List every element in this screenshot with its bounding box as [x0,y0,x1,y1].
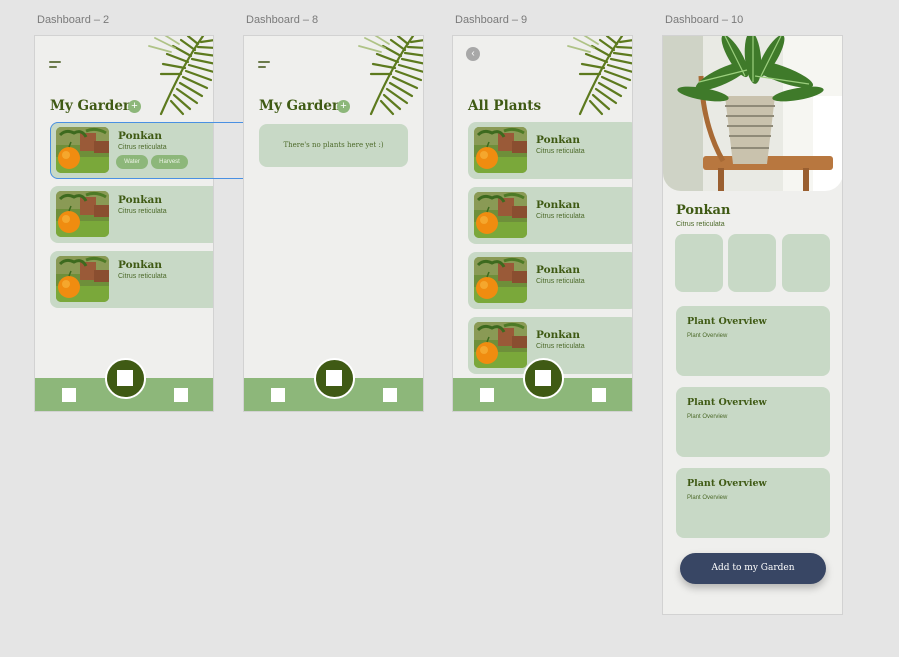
nav-left-icon[interactable] [271,388,285,402]
palm-leaf [357,36,423,116]
plant-scientific-name: Citrus reticulata [536,148,585,155]
plant-thumbnail [56,191,109,237]
info-tile[interactable] [728,234,776,292]
back-icon[interactable]: ‹ [466,47,480,61]
home-icon [117,370,133,386]
plant-card[interactable]: Ponkan Citrus reticulata [50,186,213,243]
home-icon [535,370,551,386]
plant-scientific-name: Citrus reticulata [118,208,167,215]
overview-subtitle: Plant Overview [687,495,728,501]
home-button[interactable] [314,358,355,399]
nav-left-icon[interactable] [62,388,76,402]
artboard-label: Dashboard – 2 [37,14,110,26]
plant-overview-card[interactable]: Plant Overview Plant Overview [676,387,830,457]
plant-card[interactable]: Ponkan Citrus reticulata [468,122,632,179]
plant-overview-card[interactable]: Plant Overview Plant Overview [676,468,830,538]
home-button[interactable] [523,358,564,399]
artboard-dashboard-10: Ponkan Citrus reticulata Plant Overview … [663,36,842,614]
plant-photo [663,36,842,191]
add-plant-button[interactable]: + [337,100,350,113]
artboard-label: Dashboard – 9 [455,14,528,26]
plant-thumbnail [56,256,109,302]
menu-icon[interactable] [49,60,63,70]
plant-scientific-name: Citrus reticulata [676,221,725,228]
artboard-dashboard-2: My Garden + Ponkan Citrus reticulata Wat… [35,36,213,411]
plant-overview-card[interactable]: Plant Overview Plant Overview [676,306,830,376]
selection-outline [50,122,263,179]
plant-name: Ponkan [676,203,731,218]
palm-leaf [566,36,632,116]
plant-name: Ponkan [536,134,580,146]
palm-leaf [147,36,213,116]
nav-right-icon[interactable] [174,388,188,402]
plant-card[interactable]: Ponkan Citrus reticulata [50,251,213,308]
plant-name: Ponkan [536,329,580,341]
overview-subtitle: Plant Overview [687,333,728,339]
page-title: My Garden [50,98,133,114]
nav-left-icon[interactable] [480,388,494,402]
plant-name: Ponkan [536,199,580,211]
nav-right-icon[interactable] [383,388,397,402]
home-button[interactable] [105,358,146,399]
plant-name: Ponkan [118,194,162,206]
overview-subtitle: Plant Overview [687,414,728,420]
plant-thumbnail [474,127,527,173]
plant-scientific-name: Citrus reticulata [536,343,585,350]
plant-name: Ponkan [536,264,580,276]
home-icon [326,370,342,386]
plant-thumbnail [474,257,527,303]
menu-icon[interactable] [258,60,272,70]
empty-state-message: There's no plants here yet :) [259,124,408,167]
nav-right-icon[interactable] [592,388,606,402]
overview-title: Plant Overview [687,397,767,408]
page-title: My Garden [259,98,342,114]
overview-title: Plant Overview [687,478,767,489]
plant-name: Ponkan [118,259,162,271]
plant-thumbnail [474,322,527,368]
artboard-label: Dashboard – 8 [246,14,319,26]
info-tile[interactable] [675,234,723,292]
artboard-dashboard-9: ‹ All Plants Ponkan Citrus reticulata Po… [453,36,632,411]
plant-scientific-name: Citrus reticulata [118,273,167,280]
add-plant-button[interactable]: + [128,100,141,113]
plant-card[interactable]: Ponkan Citrus reticulata [468,187,632,244]
plant-thumbnail [474,192,527,238]
overview-title: Plant Overview [687,316,767,327]
artboard-label: Dashboard – 10 [665,14,744,26]
plant-card[interactable]: Ponkan Citrus reticulata [468,252,632,309]
plant-scientific-name: Citrus reticulata [536,213,585,220]
artboard-dashboard-8: My Garden + There's no plants here yet :… [244,36,423,411]
page-title: All Plants [468,98,542,114]
add-to-garden-button[interactable]: Add to my Garden [680,553,826,584]
plant-scientific-name: Citrus reticulata [536,278,585,285]
info-tile[interactable] [782,234,830,292]
